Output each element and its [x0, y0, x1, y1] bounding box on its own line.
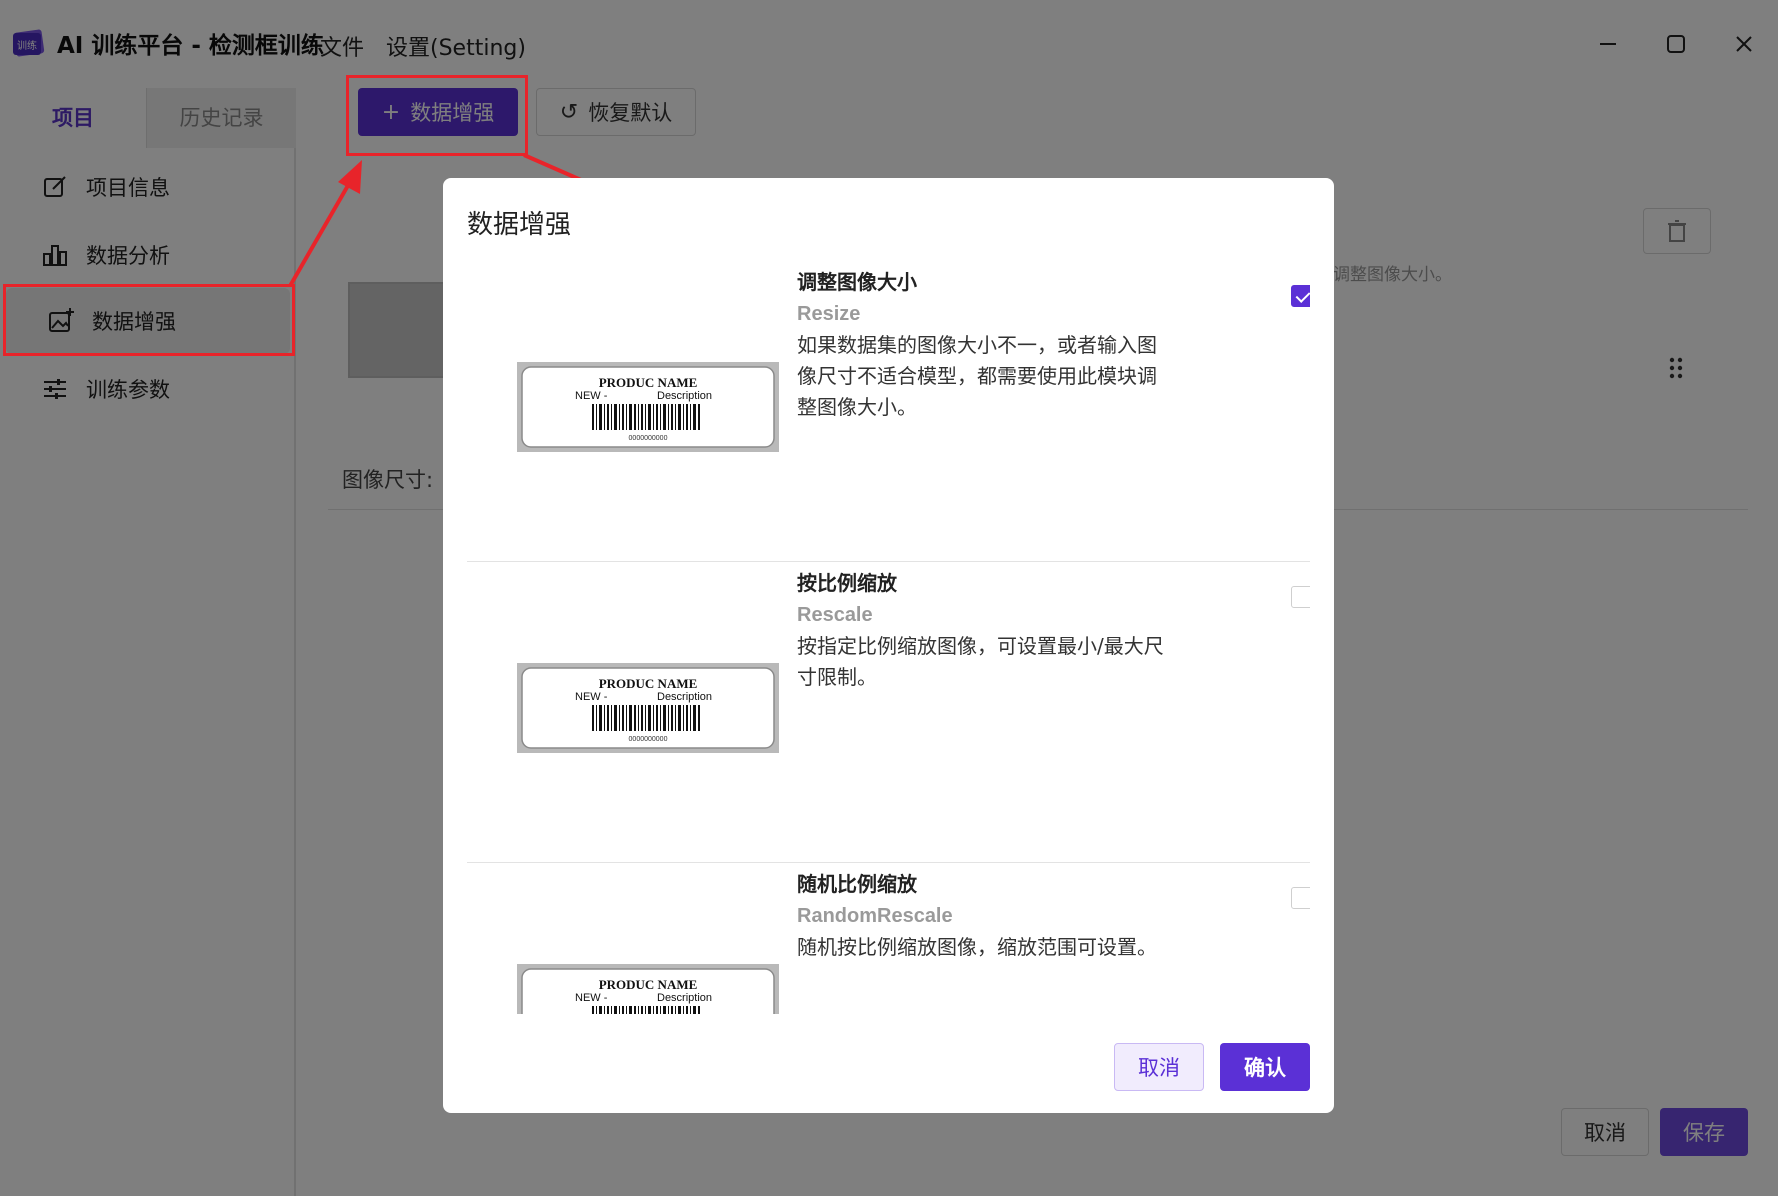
svg-text:NEW -: NEW -	[575, 390, 608, 402]
annotation-highlight-sidebar-item	[3, 284, 295, 356]
svg-text:Description: Description	[657, 691, 712, 703]
augmentation-description: 随机按比例缩放图像，缩放范围可设置。	[797, 935, 1157, 959]
svg-text:PRODUC NAME: PRODUC NAME	[599, 676, 698, 691]
augmentation-description: 如果数据集的图像大小不一，或者输入图像尺寸不适合模型，都需要使用此模块调整图像大…	[797, 333, 1157, 419]
svg-text:0000000000: 0000000000	[629, 435, 668, 442]
augmentation-text: 调整图像大小 Resize 如果数据集的图像大小不一，或者输入图像尺寸不适合模型…	[797, 266, 1177, 423]
augmentation-checkbox[interactable]	[1291, 887, 1310, 909]
svg-text:Description: Description	[657, 992, 712, 1004]
augmentation-list[interactable]: PRODUC NAME NEW - Description 0000000000…	[467, 262, 1310, 1014]
augmentation-name: 按比例缩放	[797, 571, 897, 595]
svg-text:NEW -: NEW -	[575, 691, 608, 703]
dialog-title: 数据增强	[467, 210, 572, 240]
augmentation-en-name: Resize	[797, 303, 861, 325]
augmentation-dialog: 数据增强 PRODUC NAME NEW - Description 00000…	[443, 178, 1334, 1113]
augmentation-checkbox[interactable]	[1291, 285, 1310, 307]
augmentation-en-name: Rescale	[797, 604, 873, 626]
sample-label-thumbnail: PRODUC NAME NEW - Description 0000000000	[517, 663, 779, 753]
dialog-cancel-button[interactable]: 取消	[1114, 1043, 1204, 1091]
augmentation-item-rescale[interactable]: PRODUC NAME NEW - Description 0000000000…	[467, 563, 1310, 863]
svg-text:Description: Description	[657, 390, 712, 402]
augmentation-description: 按指定比例缩放图像，可设置最小/最大尺寸限制。	[797, 634, 1164, 689]
augmentation-name: 调整图像大小	[797, 270, 917, 294]
augmentation-checkbox[interactable]	[1291, 586, 1310, 608]
annotation-highlight-toolbar-button	[346, 75, 528, 156]
svg-text:NEW -: NEW -	[575, 992, 608, 1004]
augmentation-item-random-rescale[interactable]: PRODUC NAME NEW - Description 0000000000…	[467, 864, 1310, 1014]
svg-text:PRODUC NAME: PRODUC NAME	[599, 977, 698, 992]
augmentation-text: 按比例缩放 Rescale 按指定比例缩放图像，可设置最小/最大尺寸限制。	[797, 567, 1177, 693]
augmentation-text: 随机比例缩放 RandomRescale 随机按比例缩放图像，缩放范围可设置。	[797, 868, 1177, 963]
sample-label-thumbnail: PRODUC NAME NEW - Description 0000000000	[517, 964, 779, 1014]
augmentation-en-name: RandomRescale	[797, 905, 953, 927]
svg-text:0000000000: 0000000000	[629, 736, 668, 743]
augmentation-name: 随机比例缩放	[797, 872, 917, 896]
augmentation-item-resize[interactable]: PRODUC NAME NEW - Description 0000000000…	[467, 262, 1310, 562]
dialog-confirm-button[interactable]: 确认	[1220, 1043, 1310, 1091]
sample-label-thumbnail: PRODUC NAME NEW - Description 0000000000	[517, 362, 779, 452]
svg-text:PRODUC NAME: PRODUC NAME	[599, 375, 698, 390]
